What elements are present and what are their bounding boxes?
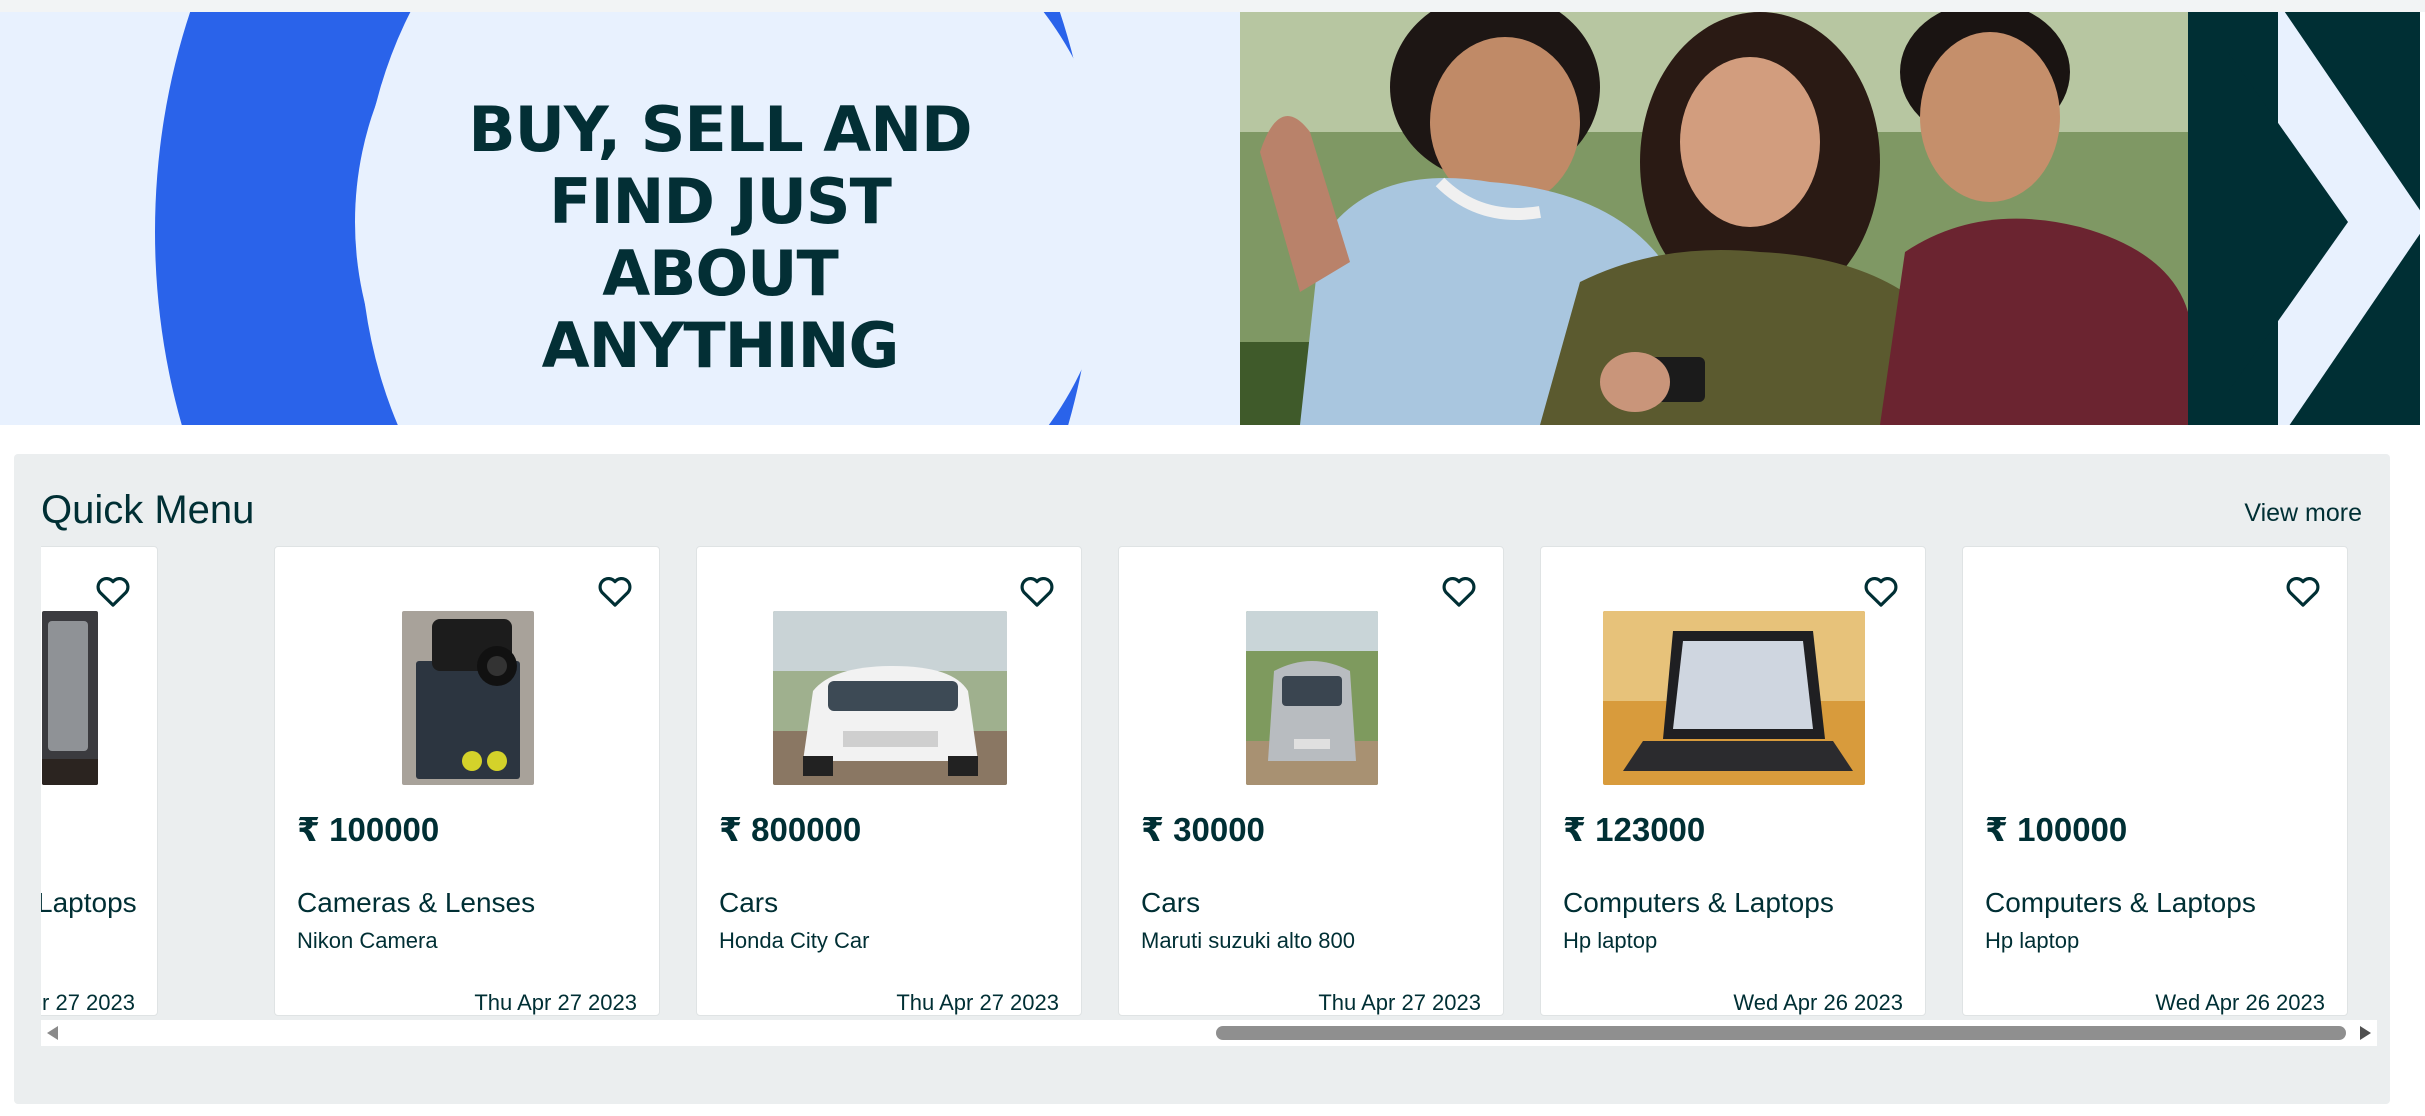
product-date: Thu Apr 27 2023: [896, 990, 1059, 1015]
quick-menu-title: Quick Menu: [41, 488, 255, 532]
product-price: ₹ 123000: [1563, 811, 1706, 848]
banner-headline-line-1: BUY, SELL AND: [468, 93, 972, 166]
product-category: Cars: [719, 887, 779, 918]
product-card[interactable]: ₹ 123000 Computers & Laptops Hp laptop W…: [1540, 546, 1926, 1016]
product-name: Hp laptop: [1563, 928, 1658, 953]
product-card[interactable]: ₹ 100000 Cameras & Lenses Nikon Camera T…: [274, 546, 660, 1016]
product-category: Computers & Laptops: [1563, 887, 1834, 918]
camera-image-graphic: [402, 611, 534, 785]
view-more-link[interactable]: View more: [2244, 499, 2362, 528]
banner-people-photo: [1240, 12, 2188, 425]
scrollbar-thumb[interactable]: [1216, 1026, 2346, 1040]
hp-laptop-image-graphic: [1603, 611, 1865, 785]
product-price: ₹ 100000: [297, 811, 440, 848]
people-illustration: [1240, 12, 2188, 425]
product-date: Wed Apr 26 2023: [1733, 990, 1903, 1015]
product-price: ₹ 30000: [1141, 811, 1265, 848]
product-category: Cars: [1141, 887, 1201, 918]
carousel-scrollbar[interactable]: [41, 1020, 2377, 1046]
triangle-right-icon[interactable]: [2360, 1026, 2371, 1040]
product-name: Maruti suzuki alto 800: [1141, 928, 1355, 953]
product-price: ₹ 800000: [719, 811, 862, 848]
product-name: Nikon Camera: [297, 928, 438, 953]
laptop-image-graphic: [42, 611, 98, 785]
product-image-laptop: [42, 611, 98, 785]
product-category: Cameras & Lenses: [297, 887, 536, 918]
product-date: Wed Apr 26 2023: [2155, 990, 2325, 1015]
quick-menu-section: Quick Menu View more Laptops Thu Apr 27 …: [14, 454, 2390, 1104]
banner-next-slide-preview: [2188, 12, 2420, 425]
heart-icon[interactable]: [1017, 571, 1057, 611]
product-card[interactable]: ₹ 30000 Cars Maruti suzuki alto 800 Thu …: [1118, 546, 1504, 1016]
white-car-image-graphic: [773, 611, 1007, 785]
product-card[interactable]: Laptops Thu Apr 27 2023: [41, 546, 158, 1016]
product-category: Laptops: [41, 887, 137, 918]
heart-icon[interactable]: [2283, 571, 2323, 611]
banner-chevron-cut: [2228, 52, 2348, 392]
product-card[interactable]: ₹ 100000 Computers & Laptops Hp laptop W…: [1962, 546, 2348, 1016]
heart-icon[interactable]: [1861, 571, 1901, 611]
banner-headline-line-3: ANYTHING: [541, 309, 900, 382]
product-image-silver-car: [1246, 611, 1378, 785]
product-date: Thu Apr 27 2023: [1318, 990, 1481, 1015]
product-price: ₹ 100000: [1985, 811, 2128, 848]
product-name: Honda City Car: [719, 928, 870, 953]
product-image-camera: [402, 611, 534, 785]
product-card[interactable]: ₹ 800000 Cars Honda City Car Thu Apr 27 …: [696, 546, 1082, 1016]
triangle-left-icon[interactable]: [47, 1026, 58, 1040]
product-image-hp-laptop: [1603, 611, 1865, 785]
top-strip: [0, 0, 2425, 12]
silver-car-image-graphic: [1246, 611, 1378, 785]
banner-graphic: BUY, SELL AND FIND JUST ABOUT ANYTHING: [0, 12, 1240, 425]
heart-icon[interactable]: [1439, 571, 1479, 611]
product-image-white-car: [773, 611, 1007, 785]
heart-icon[interactable]: [595, 571, 635, 611]
product-category: Computers & Laptops: [1985, 887, 2256, 918]
quick-menu-carousel[interactable]: Laptops Thu Apr 27 2023 ₹ 100000: [41, 546, 2377, 1016]
hero-banner[interactable]: BUY, SELL AND FIND JUST ABOUT ANYTHING: [0, 12, 2420, 425]
product-name: Hp laptop: [1985, 928, 2080, 953]
product-date: Thu Apr 27 2023: [474, 990, 637, 1015]
heart-icon[interactable]: [93, 571, 133, 611]
product-date: Thu Apr 27 2023: [41, 990, 135, 1015]
banner-headline: BUY, SELL AND FIND JUST ABOUT ANYTHING: [440, 94, 1000, 382]
banner-headline-line-2: FIND JUST ABOUT: [549, 165, 892, 310]
